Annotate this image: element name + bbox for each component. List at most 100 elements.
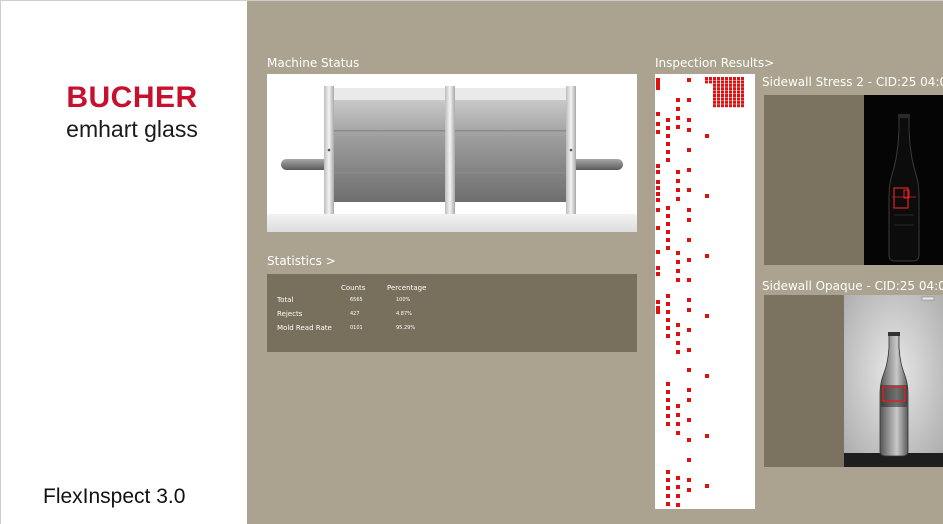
row-name: Mold Read Rate <box>277 324 332 332</box>
reject-marker <box>676 251 680 255</box>
reject-marker <box>676 107 680 111</box>
reject-marker <box>666 326 670 330</box>
reject-marker <box>741 104 744 108</box>
inspection-results-title[interactable]: Inspection Results> <box>655 56 774 70</box>
reject-marker <box>656 82 660 86</box>
reject-marker <box>656 208 660 212</box>
reject-marker <box>713 104 716 108</box>
image-panel-stress[interactable] <box>764 95 943 265</box>
reject-marker <box>666 470 670 474</box>
reject-marker <box>721 77 724 80</box>
reject-marker <box>676 431 680 435</box>
reject-marker <box>676 278 680 282</box>
reject-marker <box>721 83 724 87</box>
reject-marker <box>666 390 670 394</box>
inspection-results-grid[interactable] <box>655 74 755 509</box>
reject-marker <box>737 104 740 108</box>
reject-marker <box>709 80 712 84</box>
reject-marker <box>705 194 709 198</box>
reject-marker <box>676 422 680 426</box>
reject-marker <box>656 300 660 304</box>
machine-status-panel[interactable] <box>267 74 637 232</box>
reject-marker <box>687 208 691 212</box>
reject-marker <box>676 98 680 102</box>
logo-main-text: BUCHER <box>66 81 198 114</box>
reject-marker <box>705 374 709 378</box>
reject-marker <box>741 83 744 87</box>
reject-marker <box>666 294 670 298</box>
reject-marker <box>687 388 691 392</box>
reject-marker <box>666 422 670 426</box>
reject-marker <box>717 87 720 91</box>
image-title-opaque[interactable]: Sidewall Opaque - CID:25 04:04: <box>762 279 943 293</box>
row-counts: 6565 <box>350 297 363 303</box>
reject-marker <box>741 100 744 104</box>
reject-marker <box>676 269 680 273</box>
product-name: FlexInspect 3.0 <box>43 485 186 508</box>
reject-marker <box>656 180 660 184</box>
reject-marker <box>666 142 670 146</box>
reject-marker <box>687 168 691 172</box>
reject-marker <box>687 398 691 402</box>
reject-marker <box>725 87 728 91</box>
reject-marker <box>687 458 691 462</box>
reject-marker <box>687 328 691 332</box>
reject-marker <box>725 90 728 94</box>
reject-marker <box>666 334 670 338</box>
reject-marker <box>687 78 691 82</box>
reject-marker <box>729 80 732 84</box>
reject-marker <box>725 80 728 84</box>
reject-marker <box>725 104 728 108</box>
reject-marker <box>737 80 740 84</box>
statistics-row: Rejects 427 4.87% <box>267 310 637 322</box>
reject-marker <box>666 150 670 154</box>
reject-marker <box>676 404 680 408</box>
reject-marker <box>676 476 680 480</box>
reject-marker <box>717 100 720 104</box>
row-name: Rejects <box>277 310 303 318</box>
reject-marker <box>741 90 744 94</box>
reject-marker <box>721 87 724 91</box>
reject-marker <box>687 308 691 312</box>
reject-marker <box>666 230 670 234</box>
reject-marker <box>687 368 691 372</box>
reject-marker <box>713 77 716 80</box>
reject-marker <box>666 222 670 226</box>
reject-marker <box>666 382 670 386</box>
reject-marker <box>656 170 660 174</box>
reject-marker <box>676 188 680 192</box>
reject-marker <box>737 94 740 97</box>
reject-map <box>656 77 744 507</box>
reject-marker <box>687 218 691 222</box>
machine-status-title[interactable]: Machine Status <box>267 56 359 70</box>
reject-marker <box>687 258 691 262</box>
row-name: Total <box>277 296 294 304</box>
reject-marker <box>676 179 680 183</box>
reject-marker <box>656 86 660 90</box>
reject-marker <box>687 348 691 352</box>
statistics-title[interactable]: Statistics > <box>267 254 336 268</box>
reject-marker <box>656 130 660 134</box>
reject-marker <box>676 197 680 201</box>
image-title-stress[interactable]: Sidewall Stress 2 - CID:25 04:04: <box>762 75 943 89</box>
reject-marker <box>656 310 660 314</box>
reject-marker <box>721 97 724 101</box>
reject-marker <box>676 332 680 336</box>
reject-marker <box>676 125 680 129</box>
reject-marker <box>721 80 724 84</box>
reject-marker <box>687 418 691 422</box>
reject-marker <box>729 94 732 97</box>
image-panel-opaque[interactable] <box>764 295 943 467</box>
reject-marker <box>741 87 744 91</box>
reject-marker <box>721 90 724 94</box>
company-logo: BUCHER emhart glass <box>52 82 212 143</box>
reject-marker <box>687 128 691 132</box>
reject-marker <box>687 148 691 152</box>
reject-marker <box>705 484 709 488</box>
reject-marker <box>666 478 670 482</box>
reject-marker <box>725 94 728 97</box>
reject-marker <box>656 226 660 230</box>
reject-marker <box>666 406 670 410</box>
reject-marker <box>729 100 732 104</box>
main-area: Machine Status Statistics > Counts Perce… <box>247 1 943 524</box>
